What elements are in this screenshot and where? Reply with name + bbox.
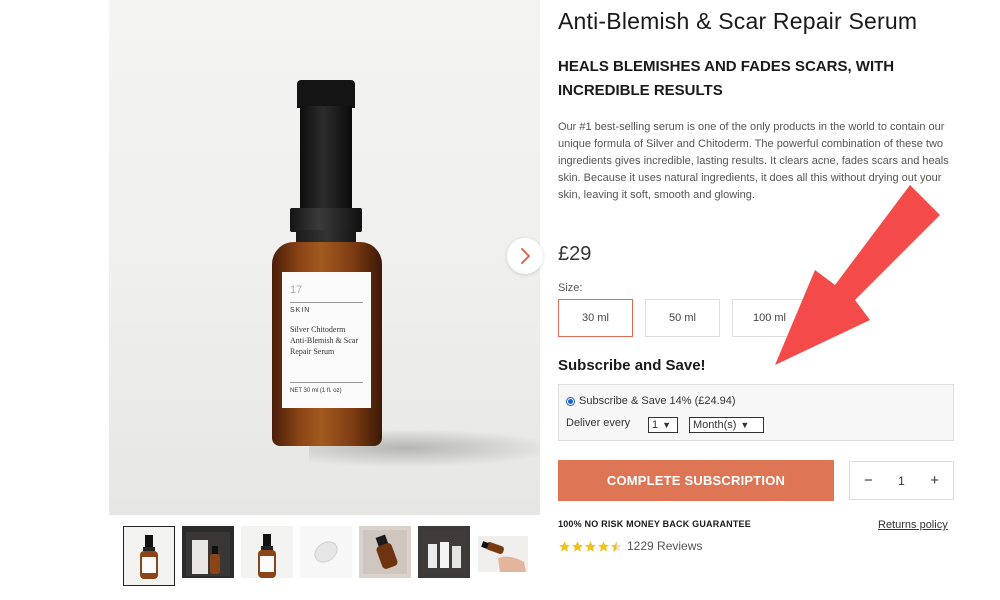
serum-bottle-image: 17 SKIN Silver Chitoderm Anti-Blemish & … [272, 80, 382, 446]
bottle-product-name: Silver Chitoderm Anti-Blemish & Scar Rep… [290, 325, 358, 356]
subscription-panel: Subscribe & Save 14% (£24.94) Deliver ev… [558, 384, 954, 441]
size-option-30ml[interactable]: 30 ml [558, 299, 633, 337]
chevron-down-icon: ▼ [740, 420, 750, 430]
subscribe-radio[interactable]: Subscribe & Save 14% (£24.94) [566, 395, 736, 407]
subscribe-heading: Subscribe and Save! [558, 357, 706, 374]
quantity-increase-button[interactable]: + [930, 472, 939, 489]
thumbnail-4[interactable] [300, 526, 352, 578]
size-option-50ml[interactable]: 50 ml [645, 299, 720, 337]
product-description: Our #1 best-selling serum is one of the … [558, 121, 949, 201]
star-icon [572, 540, 583, 552]
interval-value-select[interactable]: 1 ▼ [648, 417, 678, 433]
star-icon [559, 540, 570, 552]
bottle-brand: SKIN [290, 302, 363, 314]
product-image-main: 17 SKIN Silver Chitoderm Anti-Blemish & … [109, 0, 540, 515]
bottle-net-volume: NET 30 ml (1 fl. oz) [290, 382, 363, 394]
quantity-decrease-button[interactable]: − [864, 472, 873, 489]
star-half-icon [611, 540, 622, 552]
bottle-logo: 17 [290, 284, 303, 296]
next-image-button[interactable] [507, 238, 543, 274]
quantity-value[interactable]: 1 [898, 474, 905, 488]
subscribe-option-label: Subscribe & Save 14% (£24.94) [579, 395, 736, 407]
quantity-stepper: − 1 + [849, 461, 954, 500]
money-back-guarantee: 100% NO RISK MONEY BACK GUARANTEE [558, 519, 751, 529]
review-count: 1229 Reviews [627, 539, 703, 553]
star-icon [585, 540, 596, 552]
chevron-right-icon [521, 248, 530, 264]
thumbnail-7[interactable] [477, 526, 529, 578]
star-rating [558, 540, 623, 553]
review-summary[interactable]: 1229 Reviews [558, 539, 702, 553]
product-price: £29 [558, 243, 592, 265]
thumbnail-6[interactable] [418, 526, 470, 578]
bottle-label: 17 SKIN Silver Chitoderm Anti-Blemish & … [282, 272, 371, 408]
chevron-down-icon: ▼ [662, 420, 672, 430]
deliver-every-label: Deliver every [566, 417, 631, 429]
size-option-100ml[interactable]: 100 ml [732, 299, 807, 337]
product-title: Anti-Blemish & Scar Repair Serum [558, 8, 918, 34]
thumbnail-5[interactable] [359, 526, 411, 578]
thumbnail-2[interactable] [182, 526, 234, 578]
thumbnail-1[interactable] [123, 526, 175, 586]
returns-policy-link[interactable]: Returns policy [878, 519, 948, 531]
interval-unit-select[interactable]: Month(s) ▼ [689, 417, 764, 433]
complete-subscription-button[interactable]: COMPLETE SUBSCRIPTION [558, 460, 834, 501]
thumbnail-3[interactable] [241, 526, 293, 578]
size-label: Size: [558, 282, 583, 294]
red-arrow-annotation [775, 185, 940, 365]
radio-selected-icon [566, 396, 575, 406]
star-icon [598, 540, 609, 552]
product-tagline: HEALS BLEMISHES AND FADES SCARS, WITH IN… [558, 58, 895, 99]
